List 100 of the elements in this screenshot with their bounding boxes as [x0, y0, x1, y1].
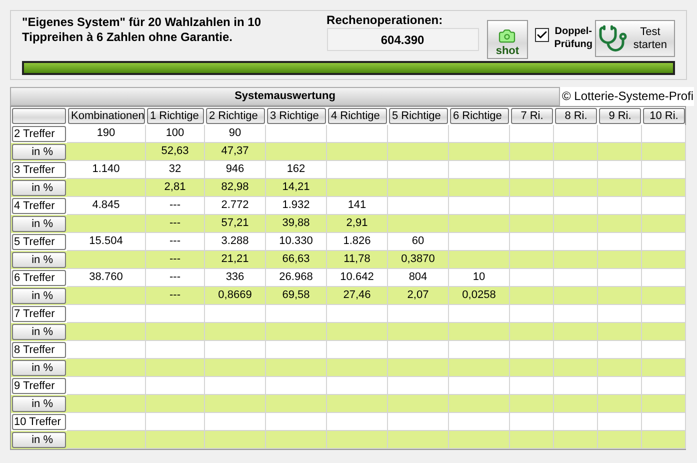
table-cell: [642, 323, 686, 341]
row-header[interactable]: 9 Treffer: [12, 378, 66, 394]
row-header[interactable]: 8 Treffer: [12, 342, 66, 358]
table-cell: 336: [205, 269, 266, 287]
table-cell: [554, 377, 598, 395]
row-header[interactable]: 2 Treffer: [12, 126, 66, 142]
table-cell: [510, 269, 554, 287]
row-header[interactable]: in %: [12, 324, 66, 340]
table-cell: [510, 251, 554, 269]
column-header[interactable]: 7 Ri.: [511, 108, 553, 124]
row-header[interactable]: 5 Treffer: [12, 234, 66, 250]
table-cell: 38.760: [67, 269, 146, 287]
table-cell: [598, 125, 642, 143]
column-header[interactable]: 9 Ri.: [599, 108, 641, 124]
column-header[interactable]: 8 Ri.: [555, 108, 597, 124]
table-cell: [642, 413, 686, 431]
row-header[interactable]: in %: [12, 180, 66, 196]
table-cell: [266, 143, 327, 161]
table-cell: [205, 377, 266, 395]
table-cell: [510, 305, 554, 323]
row-header[interactable]: in %: [12, 396, 66, 412]
table-cell: 2,07: [388, 287, 449, 305]
column-header[interactable]: 3 Richtige: [267, 108, 326, 124]
table-cell: [327, 377, 388, 395]
table-cell: [598, 377, 642, 395]
table-cell: [266, 359, 327, 377]
table-cell: [510, 341, 554, 359]
column-header[interactable]: 4 Richtige: [328, 108, 387, 124]
table-cell: [598, 269, 642, 287]
row-header[interactable]: 7 Treffer: [12, 306, 66, 322]
table-cell: 26.968: [266, 269, 327, 287]
table-cell: [554, 161, 598, 179]
table-cell: [449, 395, 510, 413]
table-cell: 10.330: [266, 233, 327, 251]
table-cell: [642, 395, 686, 413]
table-cell: 2,91: [327, 215, 388, 233]
table-cell: [510, 233, 554, 251]
table-cell: [205, 305, 266, 323]
table-cell: [388, 395, 449, 413]
row-header[interactable]: in %: [12, 144, 66, 160]
column-header[interactable]: 10 Ri.: [643, 108, 685, 124]
table-cell: 0,3870: [388, 251, 449, 269]
row-header[interactable]: in %: [12, 360, 66, 376]
table-cell: [327, 431, 388, 449]
row-header[interactable]: in %: [12, 432, 66, 448]
table-cell: [449, 413, 510, 431]
table-cell: [598, 287, 642, 305]
column-header[interactable]: 1 Richtige: [147, 108, 204, 124]
table-cell: [146, 431, 205, 449]
row-header[interactable]: 4 Treffer: [12, 198, 66, 214]
table-cell: [642, 143, 686, 161]
table-cell: 141: [327, 197, 388, 215]
table-cell: 3.288: [205, 233, 266, 251]
table-cell: [510, 197, 554, 215]
table-cell: 27,46: [327, 287, 388, 305]
column-header[interactable]: Kombinationen: [68, 108, 145, 124]
row-header[interactable]: in %: [12, 216, 66, 232]
table-cell: [510, 431, 554, 449]
table-cell: [510, 413, 554, 431]
table-cell: [554, 269, 598, 287]
column-header[interactable]: 2 Richtige: [206, 108, 265, 124]
table-cell: 2,81: [146, 179, 205, 197]
test-start-button[interactable]: Test starten: [595, 20, 675, 57]
table-cell: 82,98: [205, 179, 266, 197]
table-cell: [598, 143, 642, 161]
table-cell: [266, 413, 327, 431]
shot-button[interactable]: shot: [486, 20, 528, 59]
checkbox[interactable]: [535, 28, 550, 42]
row-header[interactable]: 10 Treffer: [12, 414, 66, 430]
table-title: Systemauswertung: [234, 89, 336, 104]
table-cell: 60: [388, 233, 449, 251]
column-header[interactable]: 5 Richtige: [389, 108, 448, 124]
table-cell: [449, 431, 510, 449]
copyright-text: © Lotterie-Systeme-Profi: [560, 87, 694, 106]
table-cell: [449, 161, 510, 179]
table-cell: 32: [146, 161, 205, 179]
table-cell: [598, 395, 642, 413]
table-cell: [205, 359, 266, 377]
table-cell: [205, 323, 266, 341]
table-cell: [449, 197, 510, 215]
row-header[interactable]: in %: [12, 288, 66, 304]
corner-header: [12, 108, 66, 124]
column-header[interactable]: 6 Richtige: [450, 108, 509, 124]
table-cell: [510, 215, 554, 233]
table-cell: 0,8669: [205, 287, 266, 305]
table-cell: 804: [388, 269, 449, 287]
table-cell: 1.140: [67, 161, 146, 179]
table-cell: [388, 161, 449, 179]
table-cell: [205, 395, 266, 413]
table-cell: 100: [146, 125, 205, 143]
table-cell: [327, 143, 388, 161]
row-header[interactable]: 6 Treffer: [12, 270, 66, 286]
table-cell: [554, 323, 598, 341]
table-cell: [598, 161, 642, 179]
table-cell: [388, 197, 449, 215]
table-cell: [642, 215, 686, 233]
table-cell: [146, 413, 205, 431]
row-header[interactable]: in %: [12, 252, 66, 268]
row-header[interactable]: 3 Treffer: [12, 162, 66, 178]
table-cell: [642, 197, 686, 215]
